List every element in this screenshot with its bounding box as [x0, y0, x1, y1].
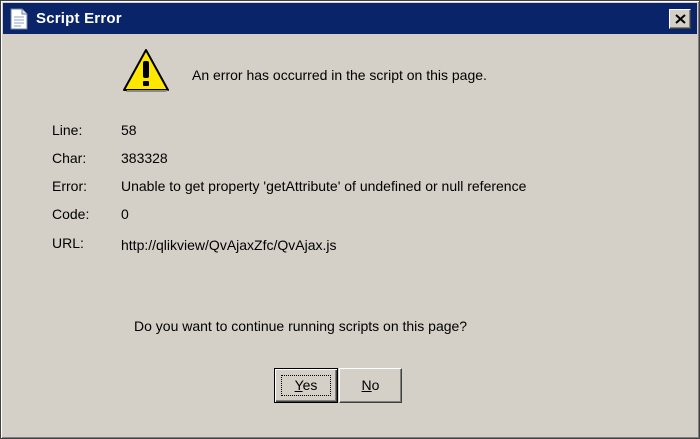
close-button[interactable]: [669, 9, 691, 29]
script-error-dialog: Script Error An error has occurred in th…: [0, 0, 700, 439]
error-value: Unable to get property 'getAttribute' of…: [121, 178, 527, 194]
continue-question: Do you want to continue running scripts …: [134, 318, 468, 334]
url-value: http://qlikview/QvAjaxZfc/QvAjax.js: [121, 237, 337, 253]
title-bar[interactable]: Script Error: [3, 3, 697, 34]
warning-icon: [121, 46, 171, 96]
yes-label: Yes: [294, 377, 318, 393]
line-label: Line:: [52, 122, 83, 138]
char-label: Char:: [52, 150, 87, 166]
code-label: Code:: [52, 206, 90, 222]
close-icon: [675, 14, 686, 24]
yes-button[interactable]: Yes: [274, 368, 338, 403]
error-headline: An error has occurred in the script on t…: [192, 67, 487, 83]
char-value: 383328: [121, 150, 168, 166]
window-title: Script Error: [36, 10, 122, 27]
line-value: 58: [121, 122, 137, 138]
code-value: 0: [121, 206, 129, 222]
no-label: No: [361, 377, 380, 393]
document-icon: [10, 8, 28, 30]
error-label: Error:: [52, 178, 87, 194]
url-label: URL:: [52, 235, 84, 251]
no-button[interactable]: No: [339, 368, 402, 403]
